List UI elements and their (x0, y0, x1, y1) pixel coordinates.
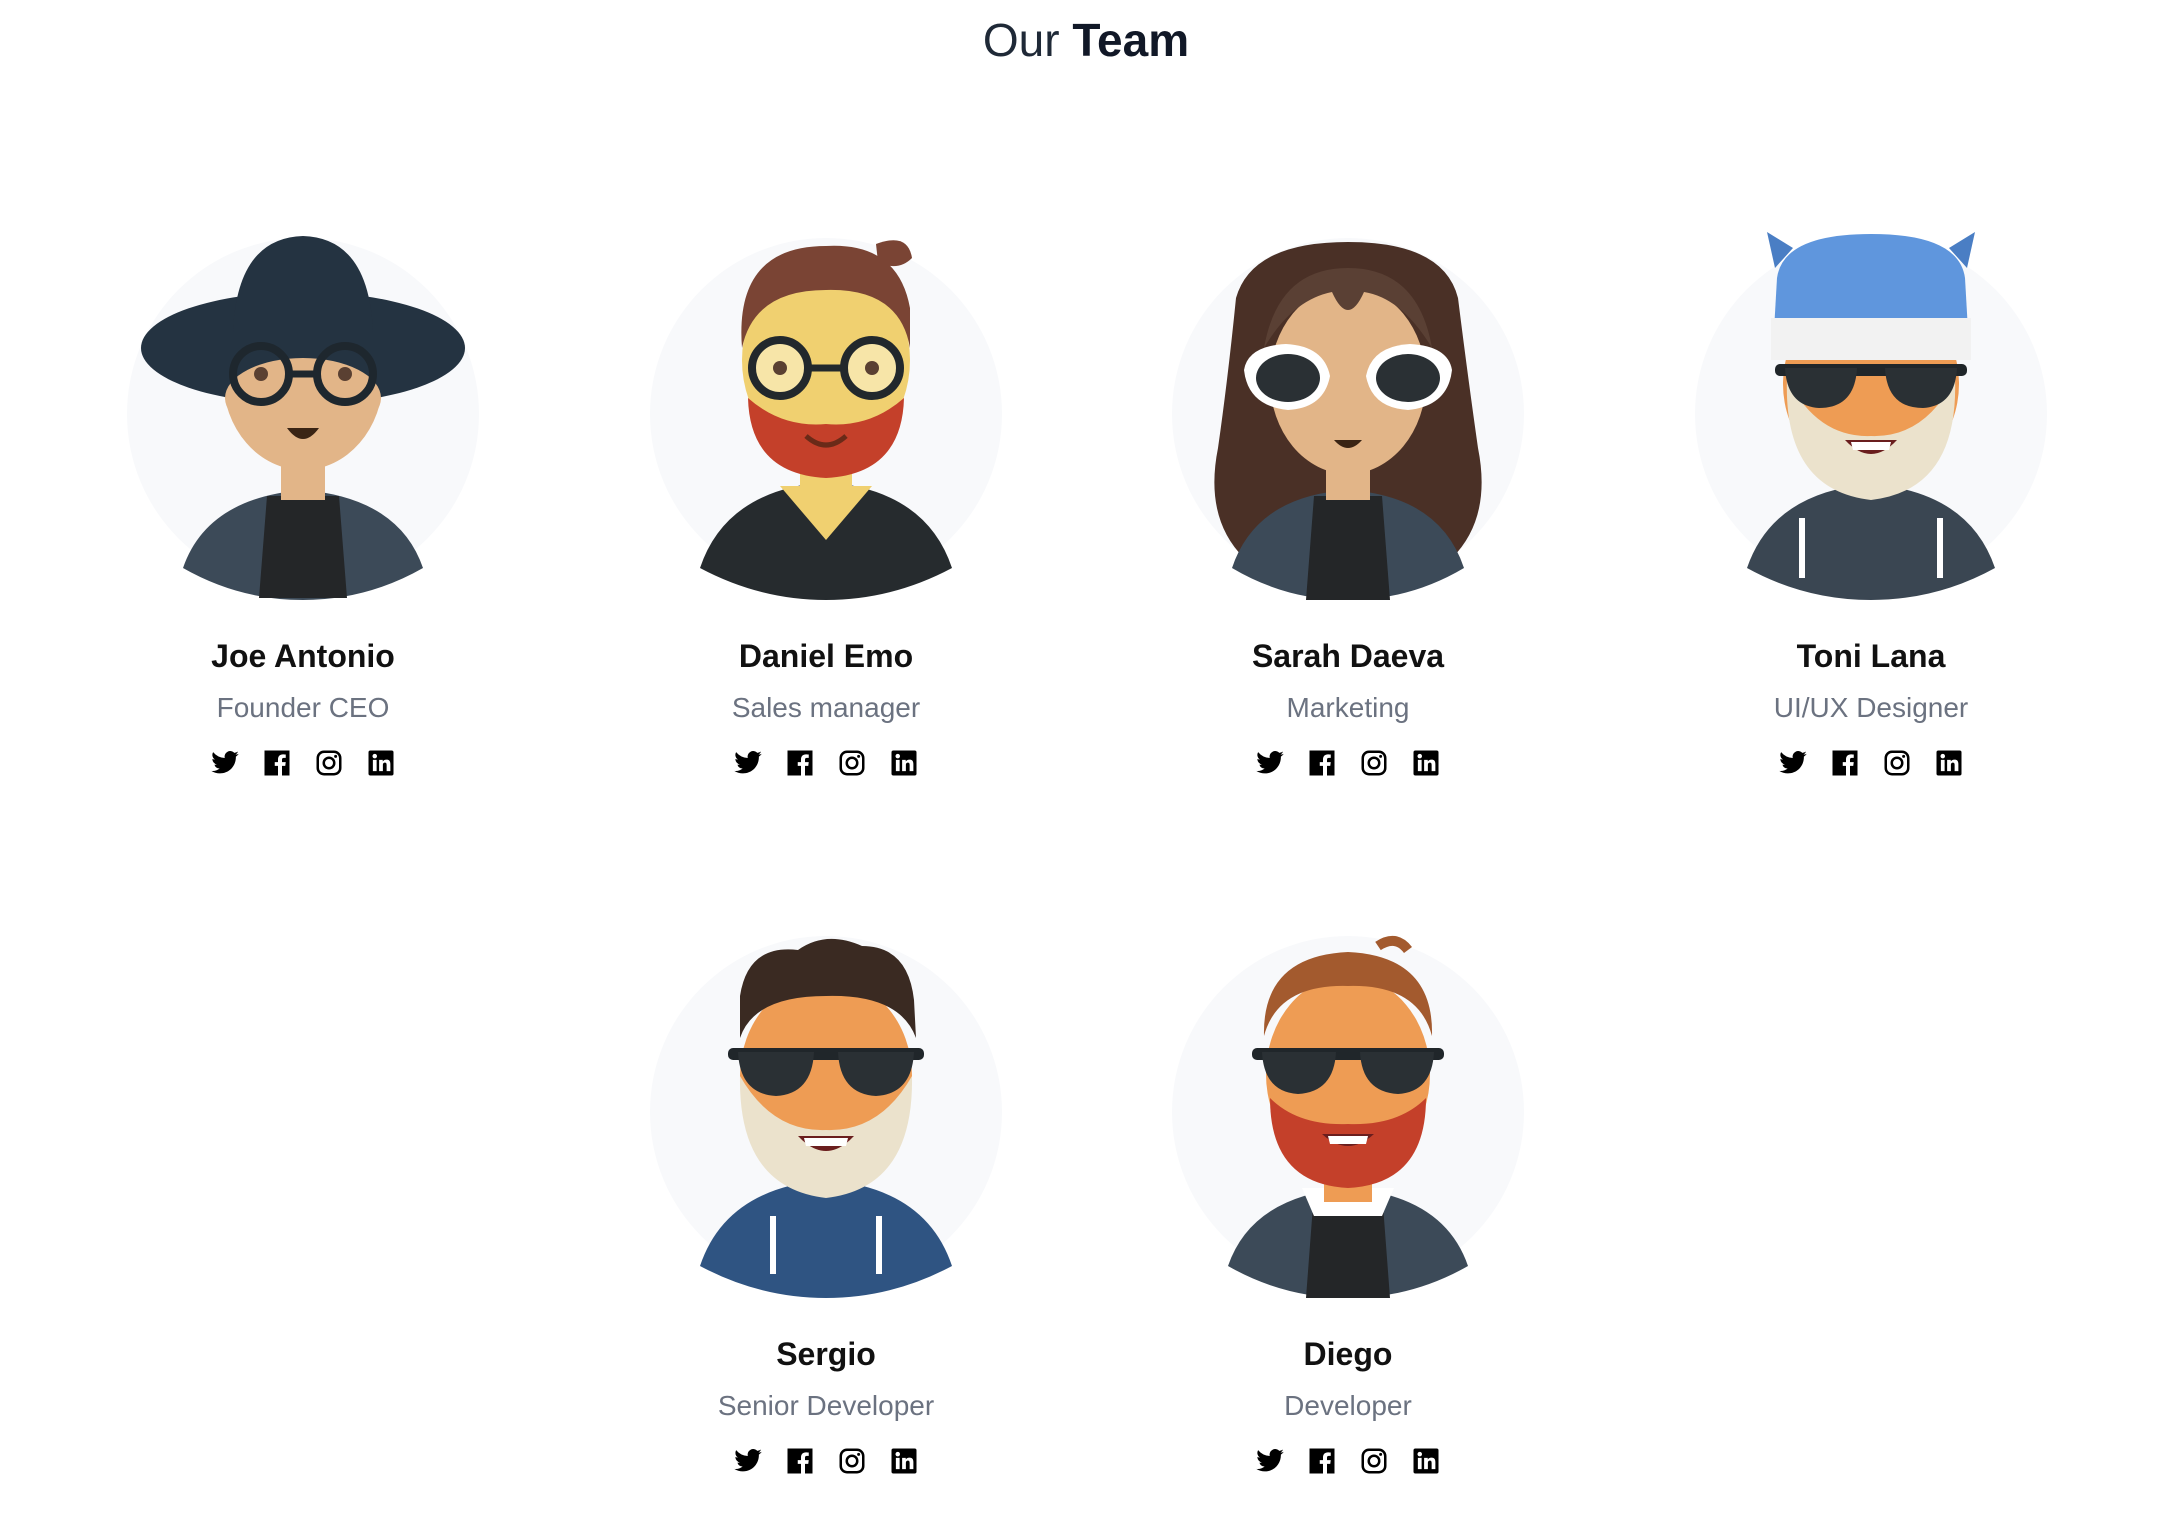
member-role: Founder CEO (216, 692, 390, 723)
twitter-icon[interactable] (1778, 748, 1808, 778)
member-role: Senior Developer (717, 1390, 935, 1421)
twitter-icon[interactable] (733, 1446, 763, 1476)
facebook-icon[interactable] (1307, 1446, 1337, 1476)
member-role: UI/UX Designer (1773, 692, 1969, 723)
twitter-icon[interactable] (1255, 748, 1285, 778)
title-prefix: Our (982, 14, 1060, 66)
linkedin-icon[interactable] (1411, 1446, 1441, 1476)
instagram-icon[interactable] (837, 1446, 867, 1476)
social-links (93, 748, 513, 778)
team-member-card: Sergio Senior Developer (616, 936, 1036, 1476)
member-name: Joe Antonio (211, 638, 395, 674)
member-name: Sergio (776, 1336, 876, 1372)
avatar-illustration (700, 938, 952, 1298)
social-links (616, 1446, 1036, 1476)
social-links (1661, 748, 2081, 778)
avatar-illustration (700, 240, 952, 600)
linkedin-icon[interactable] (1934, 748, 1964, 778)
avatar-illustration (1747, 232, 1995, 600)
team-page: Our Team Joe Antonio Founder CEO Daniel … (0, 0, 2172, 1526)
twitter-icon[interactable] (733, 748, 763, 778)
team-member-card: Sarah Daeva Marketing (1138, 238, 1558, 778)
avatar-illustration (1228, 935, 1468, 1298)
instagram-icon[interactable] (314, 748, 344, 778)
linkedin-icon[interactable] (1411, 748, 1441, 778)
social-links (616, 748, 1036, 778)
twitter-icon[interactable] (210, 748, 240, 778)
facebook-icon[interactable] (1307, 748, 1337, 778)
avatar (1172, 935, 1524, 1298)
team-member-card: Daniel Emo Sales manager (616, 238, 1036, 778)
facebook-icon[interactable] (785, 748, 815, 778)
team-member-card: Diego Developer (1138, 935, 1558, 1476)
instagram-icon[interactable] (1359, 1446, 1389, 1476)
team-member-card: Joe Antonio Founder CEO (93, 236, 513, 778)
facebook-icon[interactable] (1830, 748, 1860, 778)
member-role: Developer (1284, 1390, 1412, 1421)
linkedin-icon[interactable] (889, 1446, 919, 1476)
instagram-icon[interactable] (1359, 748, 1389, 778)
linkedin-icon[interactable] (889, 748, 919, 778)
member-name: Toni Lana (1796, 638, 1946, 674)
member-role: Sales manager (731, 692, 921, 723)
avatar (1172, 238, 1524, 600)
member-name: Sarah Daeva (1251, 638, 1445, 674)
facebook-icon[interactable] (785, 1446, 815, 1476)
facebook-icon[interactable] (262, 748, 292, 778)
team-member-card: Toni Lana UI/UX Designer (1661, 232, 2081, 778)
social-links (1138, 1446, 1558, 1476)
avatar (650, 936, 1002, 1298)
member-name: Diego (1303, 1336, 1393, 1372)
avatar (127, 236, 479, 600)
linkedin-icon[interactable] (366, 748, 396, 778)
social-links (1138, 748, 1558, 778)
avatar-illustration (1214, 242, 1482, 600)
avatar (650, 238, 1002, 600)
member-role: Marketing (1286, 692, 1410, 723)
member-name: Daniel Emo (738, 638, 914, 674)
instagram-icon[interactable] (837, 748, 867, 778)
avatar-illustration (141, 236, 465, 600)
avatar (1695, 232, 2047, 600)
twitter-icon[interactable] (1255, 1446, 1285, 1476)
title-emphasis: Team (1072, 14, 1190, 66)
page-title: Our Team (0, 10, 2172, 70)
instagram-icon[interactable] (1882, 748, 1912, 778)
